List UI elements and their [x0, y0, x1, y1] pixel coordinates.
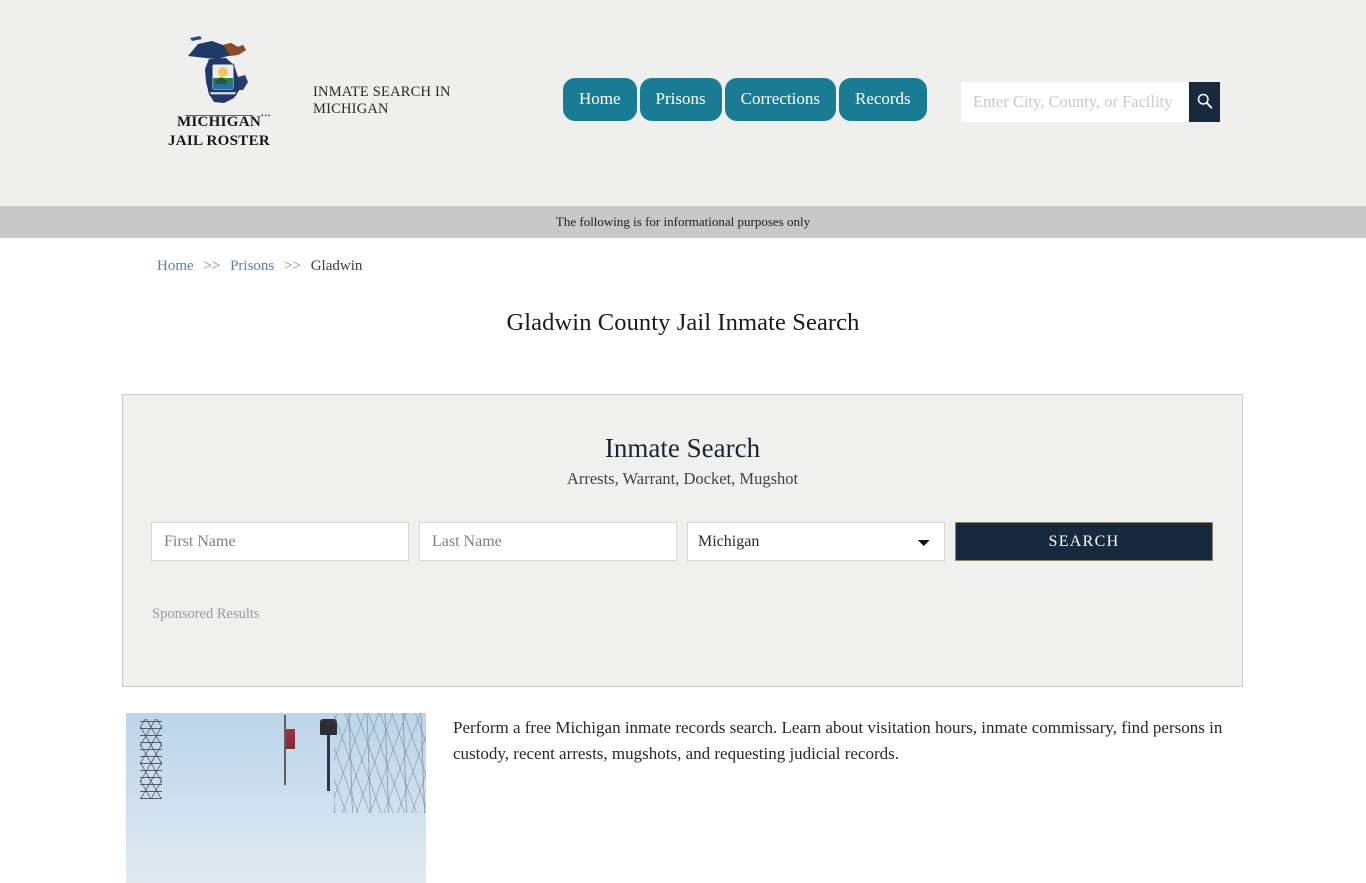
site-logo[interactable]: ••• MICHIGAN JAIL ROSTER: [160, 34, 278, 150]
content-row: Perform a free Michigan inmate records s…: [126, 713, 1244, 883]
nav-item-records[interactable]: Records: [838, 78, 927, 121]
radio-tower-icon: [140, 719, 162, 799]
header-search: [961, 82, 1220, 122]
informational-banner-text: The following is for informational purpo…: [555, 214, 811, 229]
site-header: ••• MICHIGAN JAIL ROSTER INMATE SEARCH I…: [0, 0, 1366, 206]
panel-title: Inmate Search: [604, 433, 761, 463]
main-navigation: Home Prisons Corrections Records: [563, 78, 927, 121]
breadcrumb-item-prisons[interactable]: Prisons: [230, 258, 274, 274]
bare-trees-icon: [334, 713, 426, 813]
informational-banner: The following is for informational purpo…: [0, 206, 1366, 238]
brand-name-line2: JAIL ROSTER: [167, 133, 271, 149]
breadcrumb-item-current: Gladwin: [310, 258, 363, 274]
nav-item-corrections[interactable]: Corrections: [724, 78, 836, 121]
michigan-state-outline-icon: [182, 34, 256, 112]
street-lamp-icon: [320, 719, 337, 791]
nav-item-home[interactable]: Home: [563, 78, 637, 121]
county-photo: [126, 713, 426, 883]
page-title: Gladwin County Jail Inmate Search: [506, 309, 860, 336]
panel-subtitle: Arrests, Warrant, Docket, Mugshot: [566, 469, 799, 488]
inmate-search-panel: Inmate Search Arrests, Warrant, Docket, …: [122, 394, 1243, 687]
content-paragraph: Perform a free Michigan inmate records s…: [453, 718, 1223, 763]
search-submit-button[interactable]: SEARCH: [955, 522, 1213, 561]
breadcrumb-separator: >>: [284, 258, 301, 274]
logo-dots-icon: •••: [261, 112, 272, 120]
inmate-search-form: Michigan SEARCH: [123, 522, 1242, 561]
sponsored-results-label: Sponsored Results: [152, 606, 260, 622]
header-search-input[interactable]: [961, 82, 1189, 122]
state-select[interactable]: Michigan: [687, 522, 945, 561]
flagpole-icon: [284, 715, 295, 785]
site-tagline: INMATE SEARCH IN MICHIGAN: [313, 84, 451, 117]
nav-item-prisons[interactable]: Prisons: [639, 78, 722, 121]
header-search-button[interactable]: [1189, 82, 1220, 122]
breadcrumb-item-home[interactable]: Home: [157, 258, 194, 274]
first-name-input[interactable]: [151, 522, 409, 561]
search-icon: [1196, 92, 1213, 112]
header-inner: ••• MICHIGAN JAIL ROSTER INMATE SEARCH I…: [0, 0, 1366, 206]
breadcrumb-separator: >>: [203, 258, 221, 274]
breadcrumb: Home >> Prisons >> Gladwin: [0, 238, 1366, 275]
last-name-input[interactable]: [419, 522, 677, 561]
